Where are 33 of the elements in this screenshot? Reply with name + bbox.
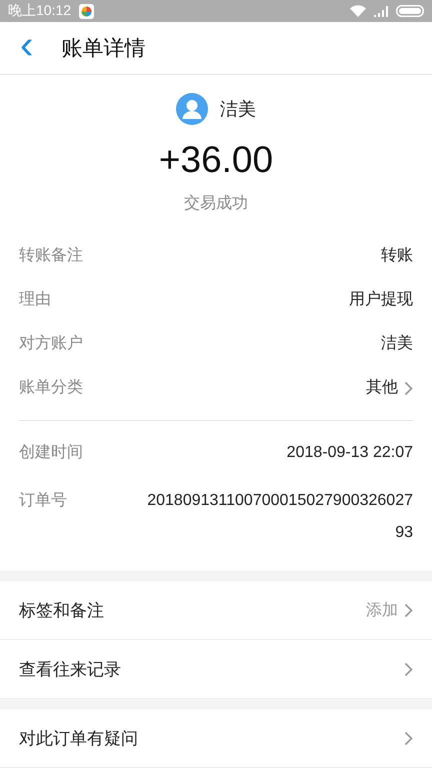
page-title: 账单详情 (61, 36, 146, 62)
chevron-icon (404, 380, 413, 396)
detail-label: 对方账户 (19, 334, 83, 354)
menu-label: 查看往来记录 (19, 658, 121, 681)
chevron-icon (404, 662, 413, 677)
chevron-icon (404, 730, 413, 746)
detail-value: 用户提现 (349, 290, 413, 310)
detail-label: 理由 (19, 290, 51, 310)
menu-row[interactable]: 标签和备注 添加 (0, 581, 432, 640)
detail-label: 转账备注 (19, 246, 83, 266)
menu-row[interactable]: 对此订单有疑问 (0, 709, 432, 768)
detail-value: 2018-09-13 22:07 (286, 443, 413, 464)
signal-icon (374, 6, 388, 17)
menu-label: 标签和备注 (19, 600, 104, 622)
wifi-icon (350, 5, 366, 18)
menu-label: 对此订单有疑问 (19, 728, 138, 750)
detail-value: 20180913110070001502790032602793 (146, 491, 413, 544)
detail-label: 创建时间 (19, 442, 83, 464)
amount: +36.00 (158, 139, 274, 182)
chevron-icon (404, 602, 413, 618)
battery-icon (396, 5, 424, 18)
status-time: 晚上10:12 (8, 2, 72, 20)
payer-name: 洁美 (220, 98, 256, 122)
menu-hint: 添加 (366, 600, 398, 621)
detail-label: 订单号 (19, 491, 67, 512)
app-icon (79, 4, 94, 19)
detail-value: 洁美 (381, 334, 413, 354)
detail-value[interactable]: 其他 (366, 376, 398, 400)
menu-row[interactable]: 查看往来记录 (0, 640, 432, 700)
transaction-status: 交易成功 (184, 194, 248, 214)
detail-label: 账单分类 (19, 378, 83, 398)
avatar-icon (176, 93, 208, 126)
detail-value: 转账 (381, 246, 413, 266)
